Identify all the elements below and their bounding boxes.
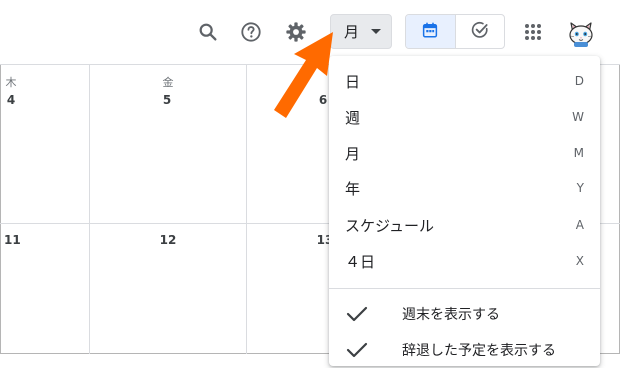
checkmark-icon (346, 305, 368, 323)
menu-item-shortcut: A (575, 218, 584, 232)
menu-item-shortcut: D (574, 74, 584, 88)
menu-item-label: 月 (345, 144, 361, 163)
option-show-weekends[interactable]: 週末を表示する (329, 296, 600, 332)
menu-divider (329, 288, 600, 289)
menu-item-4days[interactable]: ４日 X (329, 243, 600, 279)
menu-item-shortcut: M (573, 146, 584, 160)
option-label: 辞退した予定を表示する (402, 343, 556, 359)
menu-item-label: ４日 (345, 252, 376, 271)
day-of-week-label: 木 (5, 76, 17, 89)
menu-item-label: 日 (345, 72, 361, 91)
menu-item-label: スケジュール (345, 216, 434, 235)
menu-item-week[interactable]: 週 W (329, 99, 600, 135)
menu-item-schedule[interactable]: スケジュール A (329, 207, 600, 243)
calendar-tasks-toggle (405, 14, 505, 49)
menu-item-label: 週 (345, 108, 361, 127)
menu-item-month[interactable]: 月 M (329, 135, 600, 171)
menu-item-shortcut: W (572, 110, 584, 124)
grid-line (89, 64, 90, 354)
view-menu: 日 D 週 W 月 M 年 Y スケジュール A ４日 X 週末を表示する 辞退… (329, 56, 600, 366)
menu-item-shortcut: X (575, 254, 584, 268)
calendar-view-toggle[interactable] (406, 15, 456, 48)
menu-item-year[interactable]: 年 Y (329, 170, 600, 206)
day-number[interactable]: 12 (159, 233, 177, 247)
tasks-icon (470, 20, 490, 44)
annotation-arrow-icon (270, 28, 340, 123)
caret-down-icon (371, 28, 382, 35)
menu-item-label: 年 (345, 179, 361, 198)
option-label: 週末を表示する (402, 307, 500, 323)
checkmark-icon (346, 341, 368, 359)
day-number[interactable]: 5 (160, 93, 174, 107)
menu-item-day[interactable]: 日 D (329, 63, 600, 99)
help-icon[interactable] (235, 16, 267, 48)
menu-item-shortcut: Y (576, 181, 584, 195)
tasks-view-toggle[interactable] (456, 15, 505, 48)
avatar[interactable] (564, 15, 598, 49)
apps-icon[interactable] (517, 16, 549, 48)
day-number[interactable]: 4 (4, 93, 18, 107)
search-icon[interactable] (192, 16, 224, 48)
grid-line (246, 64, 247, 354)
calendar-icon (421, 21, 439, 43)
day-number[interactable]: 11 (4, 233, 21, 247)
view-selector-label: 月 (344, 23, 360, 41)
option-show-declined[interactable]: 辞退した予定を表示する (329, 332, 600, 368)
day-of-week-label: 金 (162, 76, 174, 89)
